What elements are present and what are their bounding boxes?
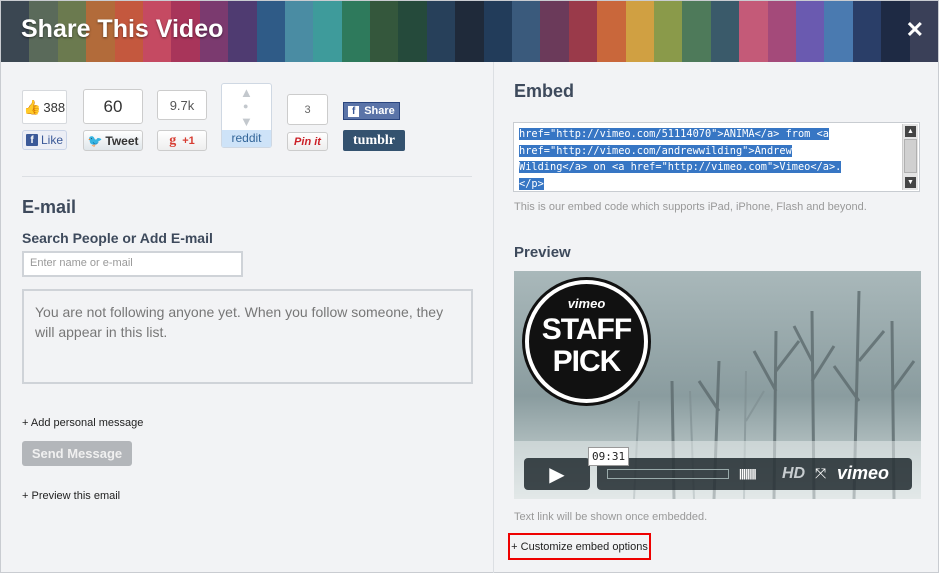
score-dot-icon: ● [243,101,249,111]
embed-note: This is our embed code which supports iP… [514,201,867,213]
embed-code-textarea[interactable]: href="http://vimeo.com/51114070">ANIMA</… [513,122,920,192]
embed-heading: Embed [514,81,575,101]
video-preview[interactable]: vimeo STAFF PICK ▶ |||||||| HD ⤧ vimeo 0… [514,271,921,499]
embed-code-text[interactable]: href="http://vimeo.com/51114070">ANIMA</… [519,126,900,191]
staff-pick-badge: vimeo STAFF PICK [525,280,648,403]
time-tooltip: 09:31 [588,447,630,466]
right-column: Embed href="http://vimeo.com/51114070">A… [494,62,938,572]
facebook-like-label: Like [40,133,63,147]
scroll-down-icon[interactable]: ▼ [905,177,916,188]
preview-email-link[interactable]: + Preview this email [22,490,120,502]
google-plus-label: +1 [182,134,195,147]
embed-code-line: </p> [519,177,544,190]
close-icon[interactable]: ✕ [906,17,924,43]
facebook-share-label: Share [364,105,395,117]
embed-code-line: Wilding</a> on <a href="http://vimeo.com… [519,161,842,173]
modal-title: Share This Video [21,15,224,43]
embed-code-line: href="http://vimeo.com/andrewwilding">An… [519,144,792,157]
search-input[interactable]: Enter name or e-mail [22,251,243,277]
preview-heading: Preview [514,244,571,261]
share-buttons: 👍 388 f Like 60 🐦 Tweet 9.7k g +1 ▲ ● ▼ [21,83,441,174]
facebook-icon: f [25,134,38,146]
vimeo-logo[interactable]: vimeo [837,463,889,484]
scrollbar[interactable]: ▲ ▼ [902,124,918,190]
tweet-button[interactable]: 🐦 Tweet [83,130,143,151]
customize-embed-options-link[interactable]: + Customize embed options [508,533,651,560]
badge-staff-text: STAFF [541,313,632,346]
hd-toggle[interactable]: HD [782,465,805,483]
badge-vimeo-text: vimeo [567,296,606,311]
volume-icon[interactable]: |||||||| [739,468,757,480]
badge-pick-text: PICK [552,345,622,378]
add-personal-message-link[interactable]: + Add personal message [22,417,143,429]
google-icon: g [169,132,177,148]
following-list: You are not following anyone yet. When y… [22,289,473,384]
email-heading: E-mail [22,197,77,217]
share-video-modal: Share This Video ✕ 👍 388 f Like 60 🐦 Twe… [0,0,939,573]
play-button[interactable]: ▶ [524,458,590,490]
thumbs-up-icon: 👍 [23,98,42,115]
facebook-share-button[interactable]: f Share [343,102,400,120]
text-link-note: Text link will be shown once embedded. [514,511,708,523]
facebook-count-value: 388 [43,99,66,115]
tweet-label: Tweet [105,133,139,148]
section-divider [22,176,472,177]
facebook-like-button[interactable]: f Like [22,130,67,150]
google-plus-count: 9.7k [157,90,207,120]
embed-code-line: href="http://vimeo.com/51114070">ANIMA</… [519,128,829,140]
player-controls: ▶ |||||||| HD ⤧ vimeo [524,458,912,490]
header-overlay: Share This Video ✕ [1,1,938,62]
scroll-up-icon[interactable]: ▲ [905,126,916,137]
twitter-count: 60 [83,89,143,124]
google-plus-button[interactable]: g +1 [157,130,207,151]
play-icon: ▶ [549,463,565,486]
reddit-label: reddit [222,130,271,147]
upvote-arrow-icon[interactable]: ▲ [240,85,253,100]
downvote-arrow-icon[interactable]: ▼ [240,114,253,129]
send-message-button[interactable]: Send Message [22,441,132,466]
facebook-icon: f [348,105,360,117]
facebook-like-count: 👍 388 [22,90,67,124]
twitter-bird-icon: 🐦 [87,133,103,148]
tumblr-button[interactable]: tumblr [343,130,405,151]
reddit-button[interactable]: ▲ ● ▼ reddit [221,83,272,148]
control-bar: |||||||| HD ⤧ vimeo [597,458,912,490]
fullscreen-icon[interactable]: ⤧ [815,465,826,482]
scroll-thumb[interactable] [904,139,917,173]
progress-track[interactable] [607,469,729,479]
pin-it-button[interactable]: Pin it [287,132,328,151]
search-people-label: Search People or Add E-mail [22,230,213,246]
left-column: 👍 388 f Like 60 🐦 Tweet 9.7k g +1 ▲ ● ▼ [1,62,493,572]
pinterest-count: 3 [287,94,328,125]
